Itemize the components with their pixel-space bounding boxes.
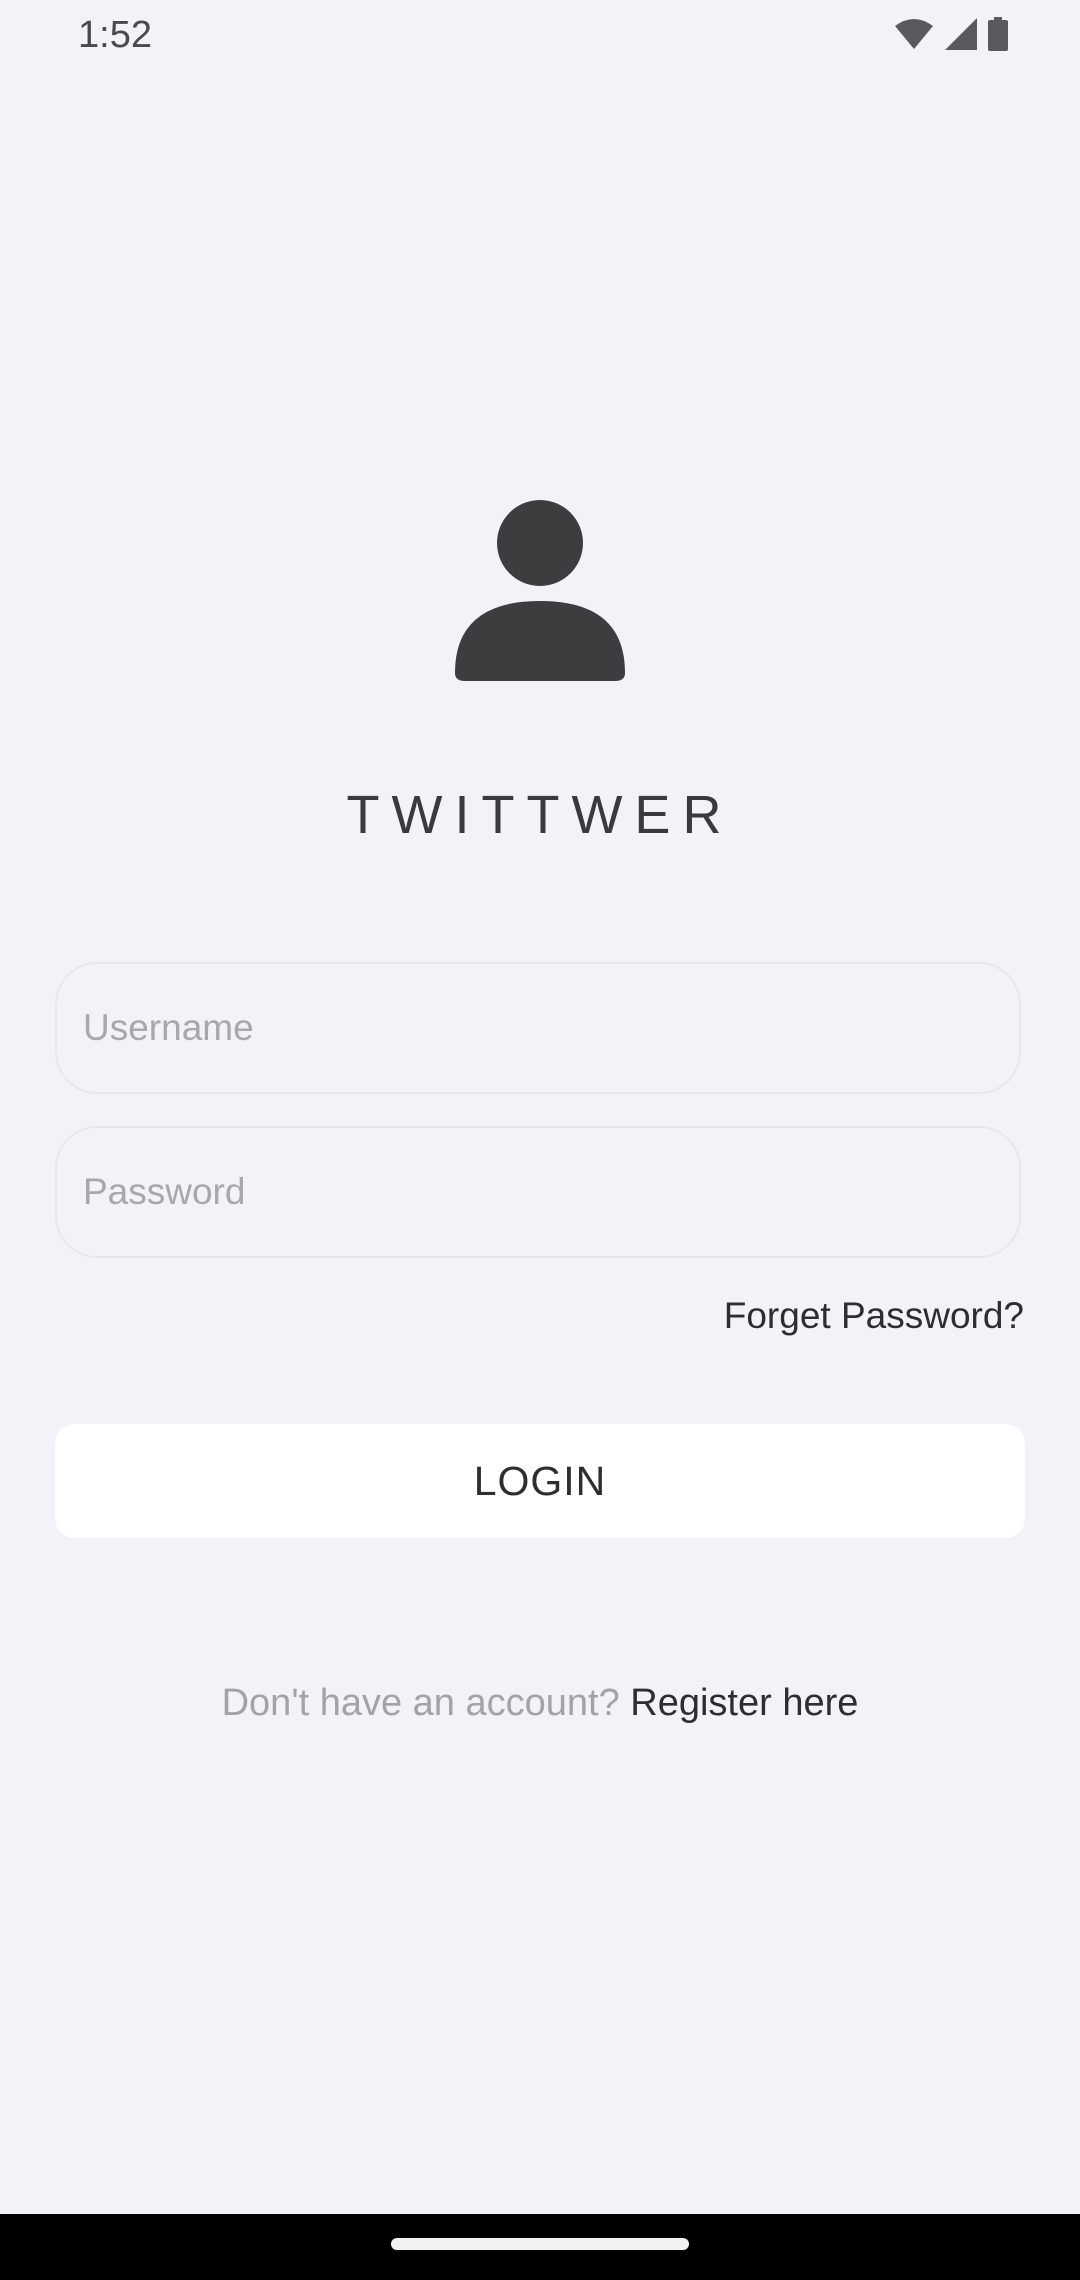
username-field[interactable] (55, 962, 1021, 1094)
battery-icon (988, 17, 1008, 51)
person-icon (455, 497, 625, 681)
password-input[interactable] (57, 1128, 1019, 1256)
username-input[interactable] (57, 964, 1019, 1092)
status-icons (894, 16, 1008, 52)
status-bar: 1:52 (0, 0, 1080, 70)
app-title: TWITTWER (346, 785, 734, 845)
register-row: Don't have an account? Register here (0, 1682, 1080, 1725)
status-time: 1:52 (78, 14, 152, 56)
login-button[interactable]: LOGIN (55, 1424, 1025, 1538)
register-prompt: Don't have an account? (221, 1682, 631, 1724)
wifi-icon (894, 18, 934, 50)
password-field[interactable] (55, 1126, 1021, 1258)
forgot-password-link[interactable]: Forget Password? (724, 1295, 1024, 1337)
home-handle[interactable] (391, 2238, 689, 2250)
navigation-bar (0, 2214, 1080, 2280)
register-link[interactable]: Register here (630, 1682, 858, 1724)
cellular-signal-icon (944, 17, 978, 51)
